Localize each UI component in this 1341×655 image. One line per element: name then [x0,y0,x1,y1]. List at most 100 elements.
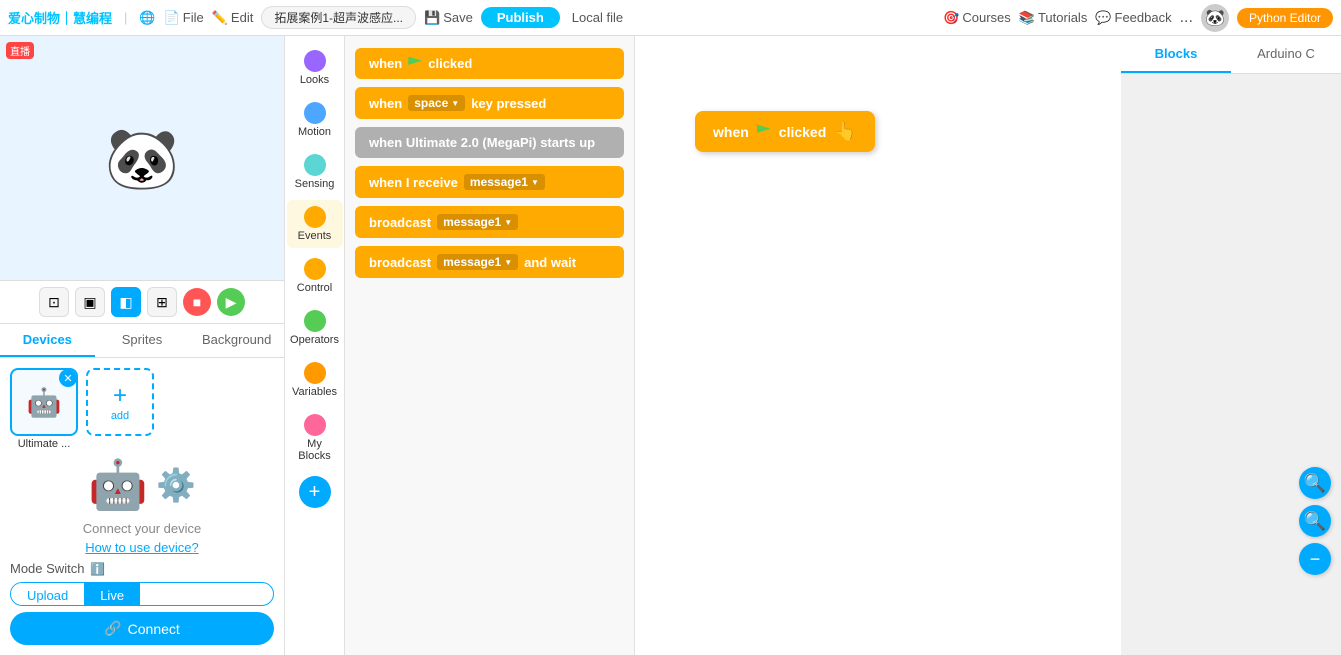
looks-dot [304,50,326,72]
motion-dot [304,102,326,124]
palette-item-events[interactable]: Events [287,200,343,248]
courses-button[interactable]: 🎯 Courses [943,10,1011,26]
how-to-use-link[interactable]: How to use device? [85,540,198,555]
tab-background[interactable]: Background [189,324,284,357]
flag-icon [408,57,422,71]
zoom-controls: 🔍 🔍 − [1299,467,1331,575]
fit-screen-button[interactable]: ⊡ [39,287,69,317]
zoom-out-button[interactable]: 🔍 [1299,505,1331,537]
tutorials-button[interactable]: 📚 Tutorials [1019,10,1088,26]
play-button[interactable]: ▶ [217,288,245,316]
ultimate-sprite-card[interactable]: ✕ 🤖 [10,368,78,436]
panda-container: 🐼 [0,36,284,280]
stage-area: 直播 🐼 [0,36,284,281]
receive-label: when I receive [369,175,458,190]
block-broadcast-wait[interactable]: broadcast message1 and wait [355,246,624,278]
device-panel: ✕ 🤖 Ultimate ... + add 🤖 ⚙️ Con [0,358,284,655]
upload-mode-button[interactable]: Upload [11,583,84,605]
broadcast-message-dropdown[interactable]: message1 [437,214,518,230]
block-broadcast[interactable]: broadcast message1 [355,206,624,238]
close-sprite-button[interactable]: ✕ [59,369,77,387]
left-panel: 直播 🐼 ⊡ ▣ ◧ ⊞ ■ ▶ Devices Sprites Backgro… [0,36,285,655]
broadcast-label: broadcast [369,215,431,230]
globe-icon[interactable]: 🌐 [139,10,155,26]
canvas-flag-icon [757,125,771,139]
canvas-block-when-clicked[interactable]: when clicked 👆 [695,111,875,152]
zoom-minus-button[interactable]: − [1299,543,1331,575]
block-clicked-label: clicked [428,56,472,71]
starts-up-label: when Ultimate 2.0 (MegaPi) starts up [369,135,595,150]
palette-item-looks[interactable]: Looks [287,44,343,92]
palette-item-control[interactable]: Control [287,252,343,300]
variables-dot [304,362,326,384]
link-icon: 🔗 [104,620,121,637]
block-when-clicked[interactable]: when clicked [355,48,624,79]
sprite-label: Ultimate ... [18,438,71,450]
publish-button[interactable]: Publish [481,7,560,28]
blocks-palette: Looks Motion Sensing Events Control Oper… [285,36,345,655]
more-button[interactable]: ... [1180,9,1193,27]
right-tabs: Blocks Arduino C [1121,36,1341,74]
broadcast-wait-message-dropdown[interactable]: message1 [437,254,518,270]
broadcast-wait-label: broadcast [369,255,431,270]
single-view-button[interactable]: ▣ [75,287,105,317]
stage-badge: 直播 [6,42,34,59]
mode-switch-label: Mode Switch [10,561,84,576]
edit-menu[interactable]: ✏️ Edit [212,10,254,26]
project-name[interactable]: 拓展案例1-超声波感应... [261,6,416,29]
palette-item-variables[interactable]: Variables [287,356,343,404]
mode-toggle: Upload Live [10,582,274,606]
operators-label: Operators [290,334,339,346]
block-when-receive[interactable]: when I receive message1 [355,166,624,198]
block-when-key-pressed[interactable]: when space key pressed [355,87,624,119]
events-label: Events [298,230,332,242]
right-content: 🔍 🔍 − [1121,74,1341,655]
myblocks-label: My Blocks [291,438,339,462]
live-mode-button[interactable]: Live [84,583,140,605]
tab-sprites[interactable]: Sprites [95,324,190,357]
logo: 爱心制物｜慧编程 [8,8,112,27]
control-dot [304,258,326,280]
file-menu[interactable]: 📄 File [164,10,204,26]
add-palette-button[interactable]: + [299,476,331,508]
canvas-area[interactable]: when clicked 👆 [635,36,1121,655]
save-button[interactable]: 💾 Save [424,10,473,26]
zoom-in-button[interactable]: 🔍 [1299,467,1331,499]
control-label: Control [297,282,332,294]
palette-item-motion[interactable]: Motion [287,96,343,144]
main-layout: 直播 🐼 ⊡ ▣ ◧ ⊞ ■ ▶ Devices Sprites Backgro… [0,36,1341,655]
sensing-label: Sensing [295,178,335,190]
topbar: 爱心制物｜慧编程 | 🌐 📄 File ✏️ Edit 拓展案例1-超声波感应.… [0,0,1341,36]
palette-item-sensing[interactable]: Sensing [287,148,343,196]
palette-item-operators[interactable]: Operators [287,304,343,352]
tab-arduino[interactable]: Arduino C [1231,36,1341,73]
sensing-dot [304,154,326,176]
side-view-button[interactable]: ◧ [111,287,141,317]
tab-blocks[interactable]: Blocks [1121,36,1231,73]
localfile-button[interactable]: Local file [572,10,623,25]
operators-dot [304,310,326,332]
panda-sprite: 🐼 [105,123,180,194]
events-dot [304,206,326,228]
key-dropdown[interactable]: space [408,95,465,111]
tab-devices[interactable]: Devices [0,324,95,357]
block-when-starts-up[interactable]: when Ultimate 2.0 (MegaPi) starts up [355,127,624,158]
tabs-row: Devices Sprites Background [0,324,284,358]
message1-dropdown[interactable]: message1 [464,174,545,190]
avatar[interactable]: 🐼 [1201,4,1229,32]
stop-button[interactable]: ■ [183,288,211,316]
mode-info-icon[interactable]: ℹ️ [90,562,105,576]
blocks-list-panel: when clicked when space key pressed when… [345,36,635,655]
grid-view-button[interactable]: ⊞ [147,287,177,317]
looks-label: Looks [300,74,329,86]
connect-button[interactable]: 🔗 Connect [10,612,274,645]
and-wait-label: and wait [524,255,576,270]
feedback-button[interactable]: 💬 Feedback [1095,10,1171,26]
palette-item-myblocks[interactable]: My Blocks [287,408,343,468]
divider: | [124,10,127,25]
sprite-row: ✕ 🤖 Ultimate ... + add [10,368,274,450]
python-editor-button[interactable]: Python Editor [1237,8,1333,28]
add-device-button[interactable]: + add [86,368,154,436]
device-connect-text: Connect your device [83,521,202,536]
key-pressed-label: key pressed [471,96,546,111]
